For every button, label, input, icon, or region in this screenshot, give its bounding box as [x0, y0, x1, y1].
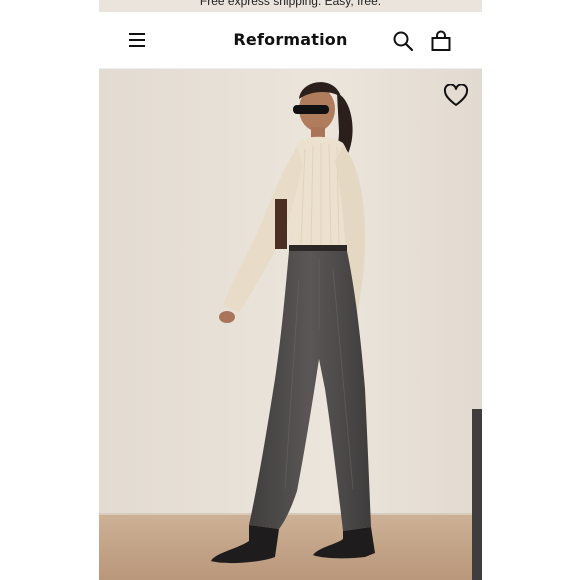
heart-icon	[443, 83, 469, 106]
belt	[289, 245, 347, 252]
sunglasses	[293, 105, 329, 114]
shopping-bag-button[interactable]	[429, 29, 453, 53]
left-hand	[219, 311, 235, 323]
top-navigation-bar: Reformation	[99, 12, 482, 69]
brand-logo[interactable]: Reformation	[99, 30, 482, 49]
bag-strap	[275, 199, 287, 249]
search-button[interactable]	[391, 29, 415, 53]
promo-banner[interactable]: Free express shipping. Easy, free.	[99, 0, 482, 12]
floor	[99, 514, 482, 580]
promo-text: Free express shipping. Easy, free.	[199, 0, 382, 8]
app-frame: Free express shipping. Easy, free. Refor…	[99, 0, 482, 580]
wishlist-button[interactable]	[443, 83, 469, 108]
product-image[interactable]	[99, 69, 482, 580]
shopping-bag-icon	[431, 30, 451, 51]
search-icon	[393, 31, 414, 52]
adjacent-image-edge	[472, 409, 482, 580]
